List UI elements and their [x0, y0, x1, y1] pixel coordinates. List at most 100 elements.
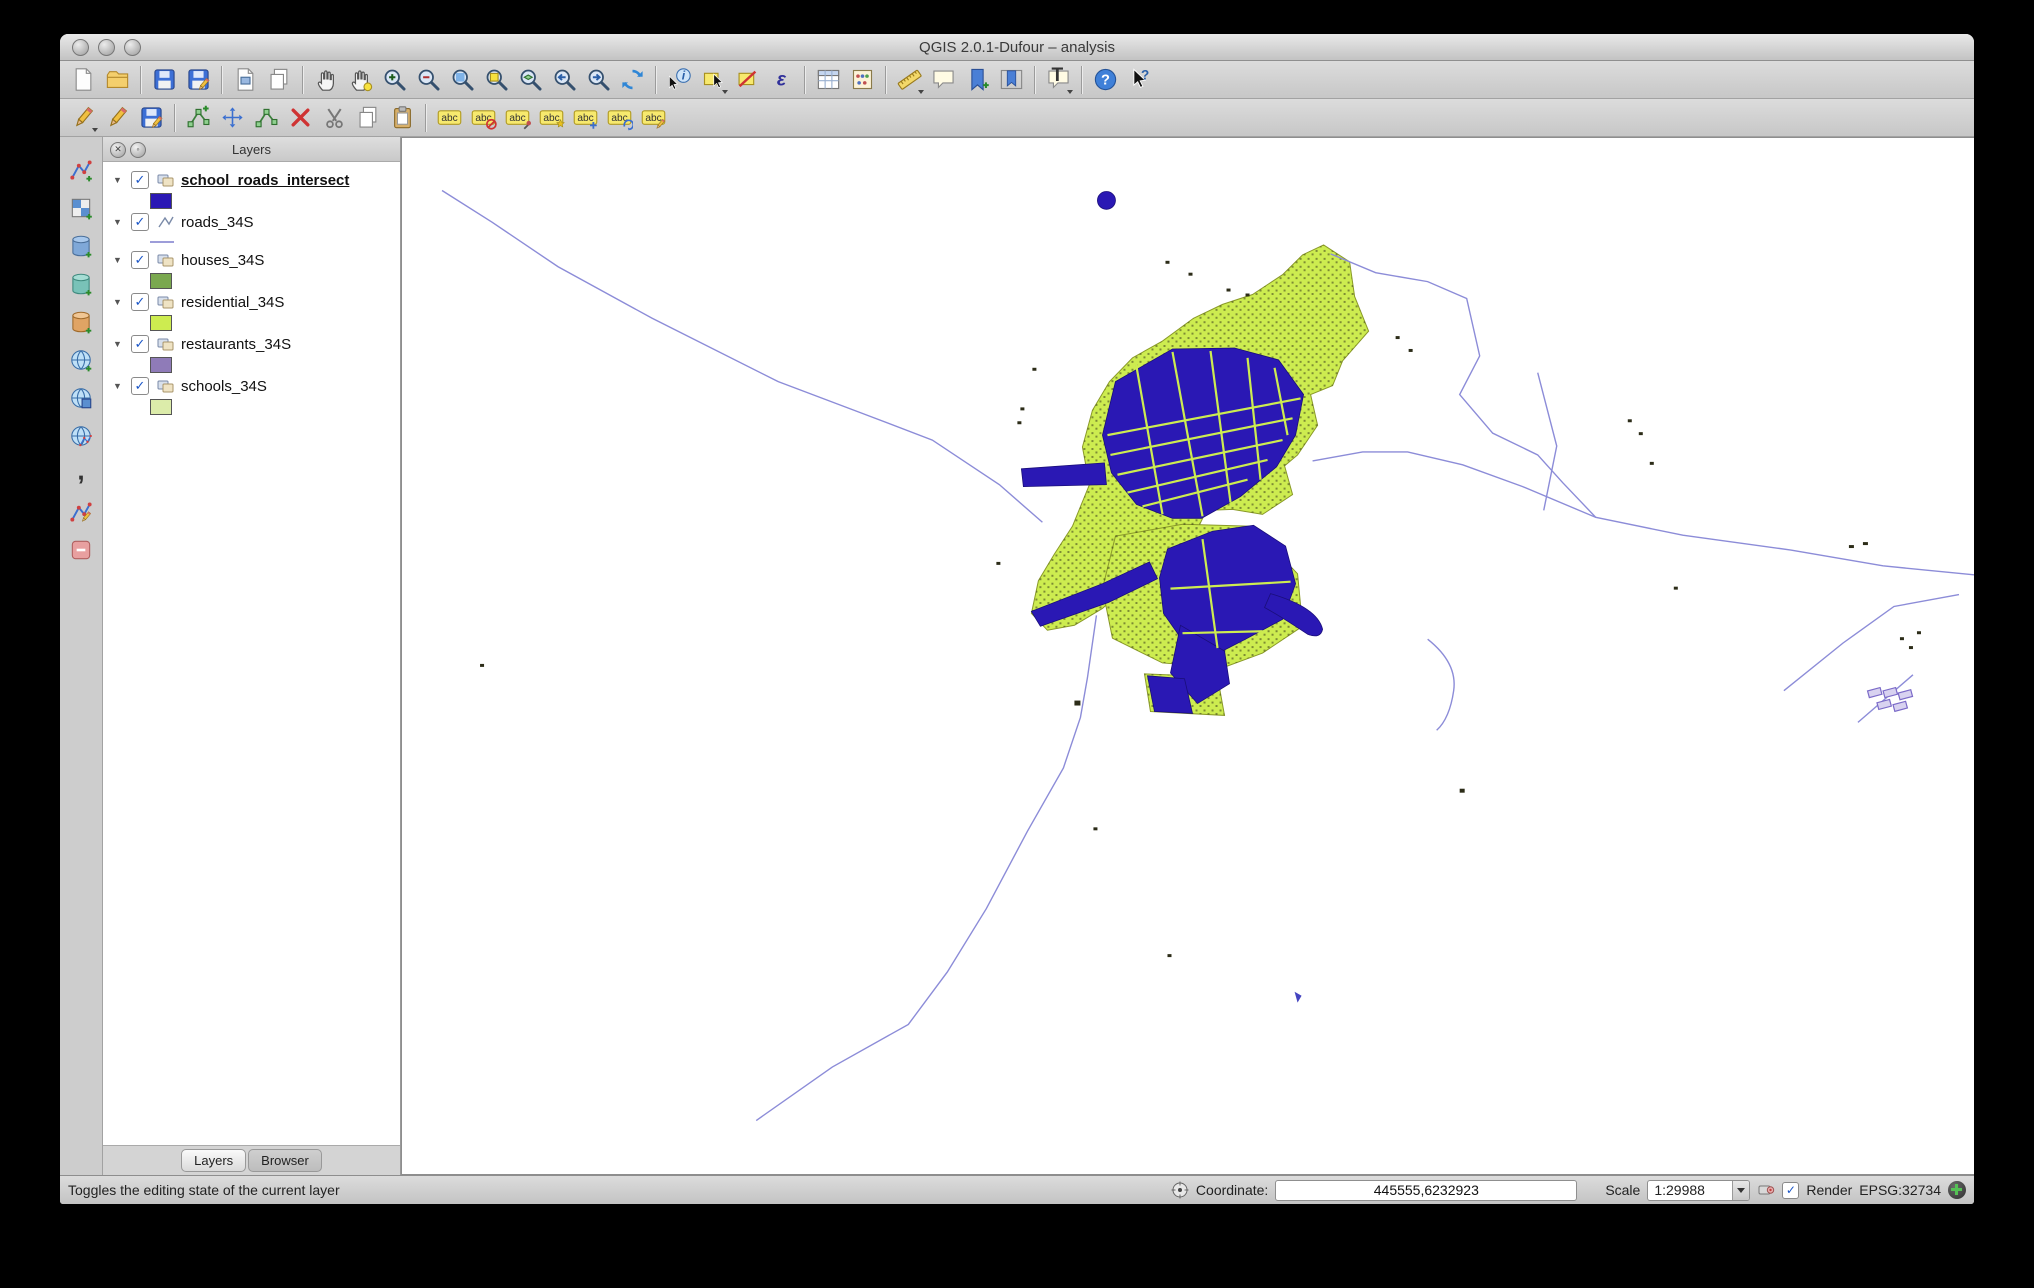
log-messages-button[interactable] — [1948, 1181, 1966, 1199]
add-wfs-layer-button[interactable] — [65, 420, 97, 452]
current-edits-button[interactable] — [66, 101, 100, 135]
zoom-full-button[interactable] — [445, 63, 479, 97]
layer-item-schools[interactable]: ▼ ✓ schools_34S — [103, 376, 400, 415]
crs-status-icon[interactable] — [1757, 1181, 1775, 1199]
layer-name[interactable]: schools_34S — [181, 378, 267, 395]
expand-arrow-icon[interactable]: ▼ — [113, 297, 125, 307]
layer-checkbox[interactable]: ✓ — [131, 171, 149, 189]
add-wcs-layer-button[interactable] — [65, 382, 97, 414]
field-calculator-button[interactable] — [845, 63, 879, 97]
layer-item-roads[interactable]: ▼ ✓ roads_34S — [103, 212, 400, 243]
new-bookmark-button[interactable] — [960, 63, 994, 97]
copy-features-button[interactable] — [351, 101, 385, 135]
measure-button[interactable] — [892, 63, 926, 97]
new-project-button[interactable] — [66, 63, 100, 97]
layers-panel-header[interactable]: ✕ ◦ Layers — [103, 137, 400, 162]
remove-layer-button[interactable] — [65, 534, 97, 566]
layer-checkbox[interactable]: ✓ — [131, 335, 149, 353]
composer-manager-button[interactable] — [262, 63, 296, 97]
toggle-editing-button[interactable] — [100, 101, 134, 135]
layer-name[interactable]: restaurants_34S — [181, 336, 291, 353]
zoom-to-layer-button[interactable] — [513, 63, 547, 97]
layer-name[interactable]: houses_34S — [181, 252, 264, 269]
select-features-button[interactable] — [696, 63, 730, 97]
save-project-as-button[interactable] — [181, 63, 215, 97]
expand-arrow-icon[interactable]: ▼ — [113, 255, 125, 265]
layer-checkbox[interactable]: ✓ — [131, 377, 149, 395]
scale-combo[interactable]: 1:29988 — [1647, 1180, 1750, 1201]
layer-swatch[interactable] — [150, 193, 172, 209]
layer-item-school-roads-intersect[interactable]: ▼ ✓ school_roads_intersect — [103, 170, 400, 209]
render-checkbox[interactable]: ✓ — [1782, 1182, 1799, 1199]
label-highlight-button[interactable]: abc — [534, 101, 568, 135]
add-vector-layer-button[interactable] — [65, 154, 97, 186]
map-canvas[interactable] — [401, 137, 1974, 1175]
mouse-position-icon[interactable] — [1171, 1181, 1189, 1199]
expand-arrow-icon[interactable]: ▼ — [113, 339, 125, 349]
label-pin-button[interactable]: abc — [500, 101, 534, 135]
label-show-hide-button[interactable]: abc — [466, 101, 500, 135]
zoom-to-selection-button[interactable] — [479, 63, 513, 97]
cut-features-button[interactable] — [317, 101, 351, 135]
add-mssql-layer-button[interactable] — [65, 306, 97, 338]
map-tips-button[interactable] — [926, 63, 960, 97]
layer-name[interactable]: residential_34S — [181, 294, 284, 311]
layer-checkbox[interactable]: ✓ — [131, 293, 149, 311]
add-postgis-layer-button[interactable] — [65, 230, 97, 262]
refresh-map-button[interactable] — [615, 63, 649, 97]
new-print-composer-button[interactable] — [228, 63, 262, 97]
select-by-expression-button[interactable]: ε — [764, 63, 798, 97]
minimize-button[interactable] — [98, 39, 115, 56]
open-attribute-table-button[interactable] — [811, 63, 845, 97]
expand-arrow-icon[interactable]: ▼ — [113, 381, 125, 391]
node-tool-button[interactable] — [249, 101, 283, 135]
epsg-label[interactable]: EPSG:32734 — [1859, 1182, 1941, 1198]
label-move-button[interactable]: abc — [568, 101, 602, 135]
titlebar[interactable]: QGIS 2.0.1-Dufour – analysis — [60, 34, 1974, 61]
identify-features-button[interactable]: i — [662, 63, 696, 97]
layer-item-restaurants[interactable]: ▼ ✓ restaurants_34S — [103, 334, 400, 373]
move-feature-button[interactable] — [215, 101, 249, 135]
maximize-button[interactable] — [124, 39, 141, 56]
show-bookmarks-button[interactable] — [994, 63, 1028, 97]
zoom-in-button[interactable] — [377, 63, 411, 97]
zoom-out-button[interactable] — [411, 63, 445, 97]
add-delimited-text-layer-button[interactable]: , — [65, 458, 97, 490]
help-contents-button[interactable]: ? — [1088, 63, 1122, 97]
add-raster-layer-button[interactable] — [65, 192, 97, 224]
deselect-all-button[interactable] — [730, 63, 764, 97]
layer-checkbox[interactable]: ✓ — [131, 251, 149, 269]
add-wms-layer-button[interactable] — [65, 344, 97, 376]
layer-item-residential[interactable]: ▼ ✓ residential_34S — [103, 292, 400, 331]
add-feature-button[interactable] — [181, 101, 215, 135]
layer-swatch[interactable] — [150, 357, 172, 373]
layer-name[interactable]: roads_34S — [181, 214, 254, 231]
layer-swatch[interactable] — [150, 315, 172, 331]
delete-selected-button[interactable] — [283, 101, 317, 135]
zoom-next-button[interactable] — [581, 63, 615, 97]
layer-swatch[interactable] — [150, 241, 174, 243]
pan-map-button[interactable] — [309, 63, 343, 97]
pan-to-selection-button[interactable] — [343, 63, 377, 97]
layer-item-houses[interactable]: ▼ ✓ houses_34S — [103, 250, 400, 289]
label-change-button[interactable]: abc — [636, 101, 670, 135]
expand-arrow-icon[interactable]: ▼ — [113, 217, 125, 227]
panel-close-button[interactable]: ✕ — [110, 142, 126, 158]
layer-labeling-button[interactable]: abc — [432, 101, 466, 135]
coordinate-input[interactable]: 445555,6232923 — [1275, 1180, 1577, 1201]
save-layer-edits-button[interactable] — [134, 101, 168, 135]
text-annotation-button[interactable]: T — [1041, 63, 1075, 97]
tab-layers[interactable]: Layers — [181, 1149, 246, 1172]
new-shapefile-layer-button[interactable] — [65, 496, 97, 528]
label-rotate-button[interactable]: abc — [602, 101, 636, 135]
close-button[interactable] — [72, 39, 89, 56]
layer-swatch[interactable] — [150, 399, 172, 415]
panel-detach-button[interactable]: ◦ — [130, 142, 146, 158]
layer-swatch[interactable] — [150, 273, 172, 289]
zoom-last-button[interactable] — [547, 63, 581, 97]
layer-checkbox[interactable]: ✓ — [131, 213, 149, 231]
whats-this-button[interactable]: ? — [1122, 63, 1156, 97]
layer-name[interactable]: school_roads_intersect — [181, 172, 349, 189]
open-project-button[interactable] — [100, 63, 134, 97]
scale-dropdown-icon[interactable] — [1732, 1181, 1749, 1200]
